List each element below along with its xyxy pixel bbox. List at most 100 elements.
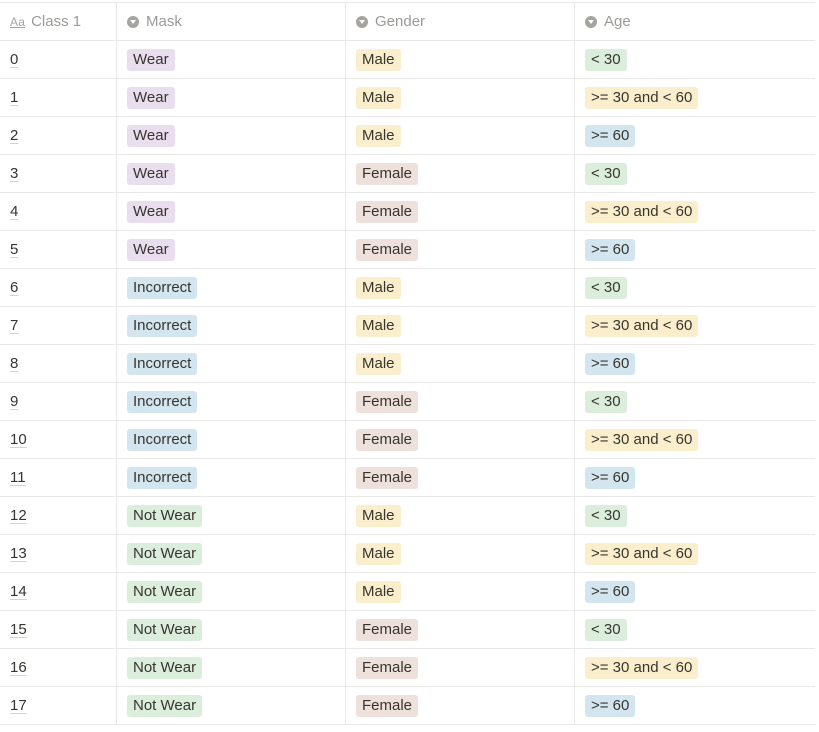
age-cell[interactable]: < 30 <box>575 611 815 648</box>
age-tag: >= 30 and < 60 <box>585 428 699 451</box>
mask-cell[interactable]: Wear <box>117 41 346 78</box>
age-cell[interactable]: >= 30 and < 60 <box>575 649 815 686</box>
table-row[interactable]: 11 Incorrect Female >= 60 <box>0 459 815 497</box>
gender-cell[interactable]: Male <box>346 307 575 344</box>
gender-cell[interactable]: Male <box>346 79 575 116</box>
mask-cell[interactable]: Wear <box>117 155 346 192</box>
gender-cell[interactable]: Female <box>346 421 575 458</box>
mask-cell[interactable]: Not Wear <box>117 573 346 610</box>
gender-cell[interactable]: Male <box>346 497 575 534</box>
age-tag: >= 60 <box>585 124 636 147</box>
age-cell[interactable]: >= 30 and < 60 <box>575 193 815 230</box>
class-cell[interactable]: 13 <box>0 535 117 572</box>
age-cell[interactable]: >= 30 and < 60 <box>575 421 815 458</box>
class-value: 3 <box>10 165 19 182</box>
mask-cell[interactable]: Not Wear <box>117 497 346 534</box>
gender-cell[interactable]: Female <box>346 155 575 192</box>
table-row[interactable]: 4 Wear Female >= 30 and < 60 <box>0 193 815 231</box>
mask-cell[interactable]: Wear <box>117 231 346 268</box>
gender-cell[interactable]: Female <box>346 459 575 496</box>
age-cell[interactable]: >= 60 <box>575 231 815 268</box>
table-row[interactable]: 14 Not Wear Male >= 60 <box>0 573 815 611</box>
gender-cell[interactable]: Male <box>346 535 575 572</box>
mask-cell[interactable]: Not Wear <box>117 611 346 648</box>
gender-cell[interactable]: Female <box>346 649 575 686</box>
mask-cell[interactable]: Wear <box>117 193 346 230</box>
gender-tag: Male <box>356 314 401 337</box>
class-cell[interactable]: 1 <box>0 79 117 116</box>
table-row[interactable]: 13 Not Wear Male >= 30 and < 60 <box>0 535 815 573</box>
class-cell[interactable]: 0 <box>0 41 117 78</box>
table-row[interactable]: 7 Incorrect Male >= 30 and < 60 <box>0 307 815 345</box>
mask-cell[interactable]: Incorrect <box>117 269 346 306</box>
age-cell[interactable]: >= 60 <box>575 459 815 496</box>
age-cell[interactable]: >= 30 and < 60 <box>575 79 815 116</box>
age-cell[interactable]: >= 60 <box>575 117 815 154</box>
age-cell[interactable]: < 30 <box>575 41 815 78</box>
mask-cell[interactable]: Not Wear <box>117 649 346 686</box>
table-row[interactable]: 1 Wear Male >= 30 and < 60 <box>0 79 815 117</box>
gender-cell[interactable]: Male <box>346 41 575 78</box>
gender-cell[interactable]: Male <box>346 573 575 610</box>
age-cell[interactable]: < 30 <box>575 155 815 192</box>
mask-cell[interactable]: Incorrect <box>117 421 346 458</box>
mask-cell[interactable]: Wear <box>117 79 346 116</box>
class-cell[interactable]: 10 <box>0 421 117 458</box>
age-cell[interactable]: >= 60 <box>575 687 815 724</box>
mask-cell[interactable]: Incorrect <box>117 383 346 420</box>
age-cell[interactable]: >= 30 and < 60 <box>575 307 815 344</box>
header-mask[interactable]: Mask <box>117 3 346 40</box>
mask-cell[interactable]: Not Wear <box>117 687 346 724</box>
table-row[interactable]: 0 Wear Male < 30 <box>0 41 815 79</box>
gender-cell[interactable]: Female <box>346 611 575 648</box>
header-class[interactable]: Aa Class 1 <box>0 3 117 40</box>
class-cell[interactable]: 7 <box>0 307 117 344</box>
table-row[interactable]: 12 Not Wear Male < 30 <box>0 497 815 535</box>
header-age[interactable]: Age <box>575 3 815 40</box>
table-row[interactable]: 6 Incorrect Male < 30 <box>0 269 815 307</box>
class-cell[interactable]: 5 <box>0 231 117 268</box>
class-cell[interactable]: 15 <box>0 611 117 648</box>
age-cell[interactable]: < 30 <box>575 383 815 420</box>
table-row[interactable]: 5 Wear Female >= 60 <box>0 231 815 269</box>
table-row[interactable]: 3 Wear Female < 30 <box>0 155 815 193</box>
class-cell[interactable]: 4 <box>0 193 117 230</box>
gender-cell[interactable]: Male <box>346 117 575 154</box>
table-row[interactable]: 15 Not Wear Female < 30 <box>0 611 815 649</box>
table-row[interactable]: 16 Not Wear Female >= 30 and < 60 <box>0 649 815 687</box>
class-cell[interactable]: 11 <box>0 459 117 496</box>
gender-cell[interactable]: Male <box>346 345 575 382</box>
class-value: 14 <box>10 583 27 600</box>
class-cell[interactable]: 17 <box>0 687 117 724</box>
class-cell[interactable]: 12 <box>0 497 117 534</box>
table-row[interactable]: 9 Incorrect Female < 30 <box>0 383 815 421</box>
age-cell[interactable]: >= 60 <box>575 345 815 382</box>
gender-cell[interactable]: Female <box>346 687 575 724</box>
class-cell[interactable]: 9 <box>0 383 117 420</box>
gender-cell[interactable]: Female <box>346 193 575 230</box>
table-row[interactable]: 10 Incorrect Female >= 30 and < 60 <box>0 421 815 459</box>
mask-cell[interactable]: Wear <box>117 117 346 154</box>
mask-cell[interactable]: Incorrect <box>117 345 346 382</box>
class-cell[interactable]: 8 <box>0 345 117 382</box>
mask-cell[interactable]: Incorrect <box>117 307 346 344</box>
mask-cell[interactable]: Incorrect <box>117 459 346 496</box>
gender-cell[interactable]: Male <box>346 269 575 306</box>
class-cell[interactable]: 16 <box>0 649 117 686</box>
gender-tag: Female <box>356 656 419 679</box>
age-cell[interactable]: >= 30 and < 60 <box>575 535 815 572</box>
gender-cell[interactable]: Female <box>346 383 575 420</box>
age-cell[interactable]: >= 60 <box>575 573 815 610</box>
gender-cell[interactable]: Female <box>346 231 575 268</box>
age-cell[interactable]: < 30 <box>575 497 815 534</box>
table-row[interactable]: 8 Incorrect Male >= 60 <box>0 345 815 383</box>
age-cell[interactable]: < 30 <box>575 269 815 306</box>
class-cell[interactable]: 3 <box>0 155 117 192</box>
class-cell[interactable]: 14 <box>0 573 117 610</box>
header-gender[interactable]: Gender <box>346 3 575 40</box>
class-cell[interactable]: 6 <box>0 269 117 306</box>
mask-cell[interactable]: Not Wear <box>117 535 346 572</box>
table-row[interactable]: 2 Wear Male >= 60 <box>0 117 815 155</box>
class-cell[interactable]: 2 <box>0 117 117 154</box>
table-row[interactable]: 17 Not Wear Female >= 60 <box>0 687 815 725</box>
